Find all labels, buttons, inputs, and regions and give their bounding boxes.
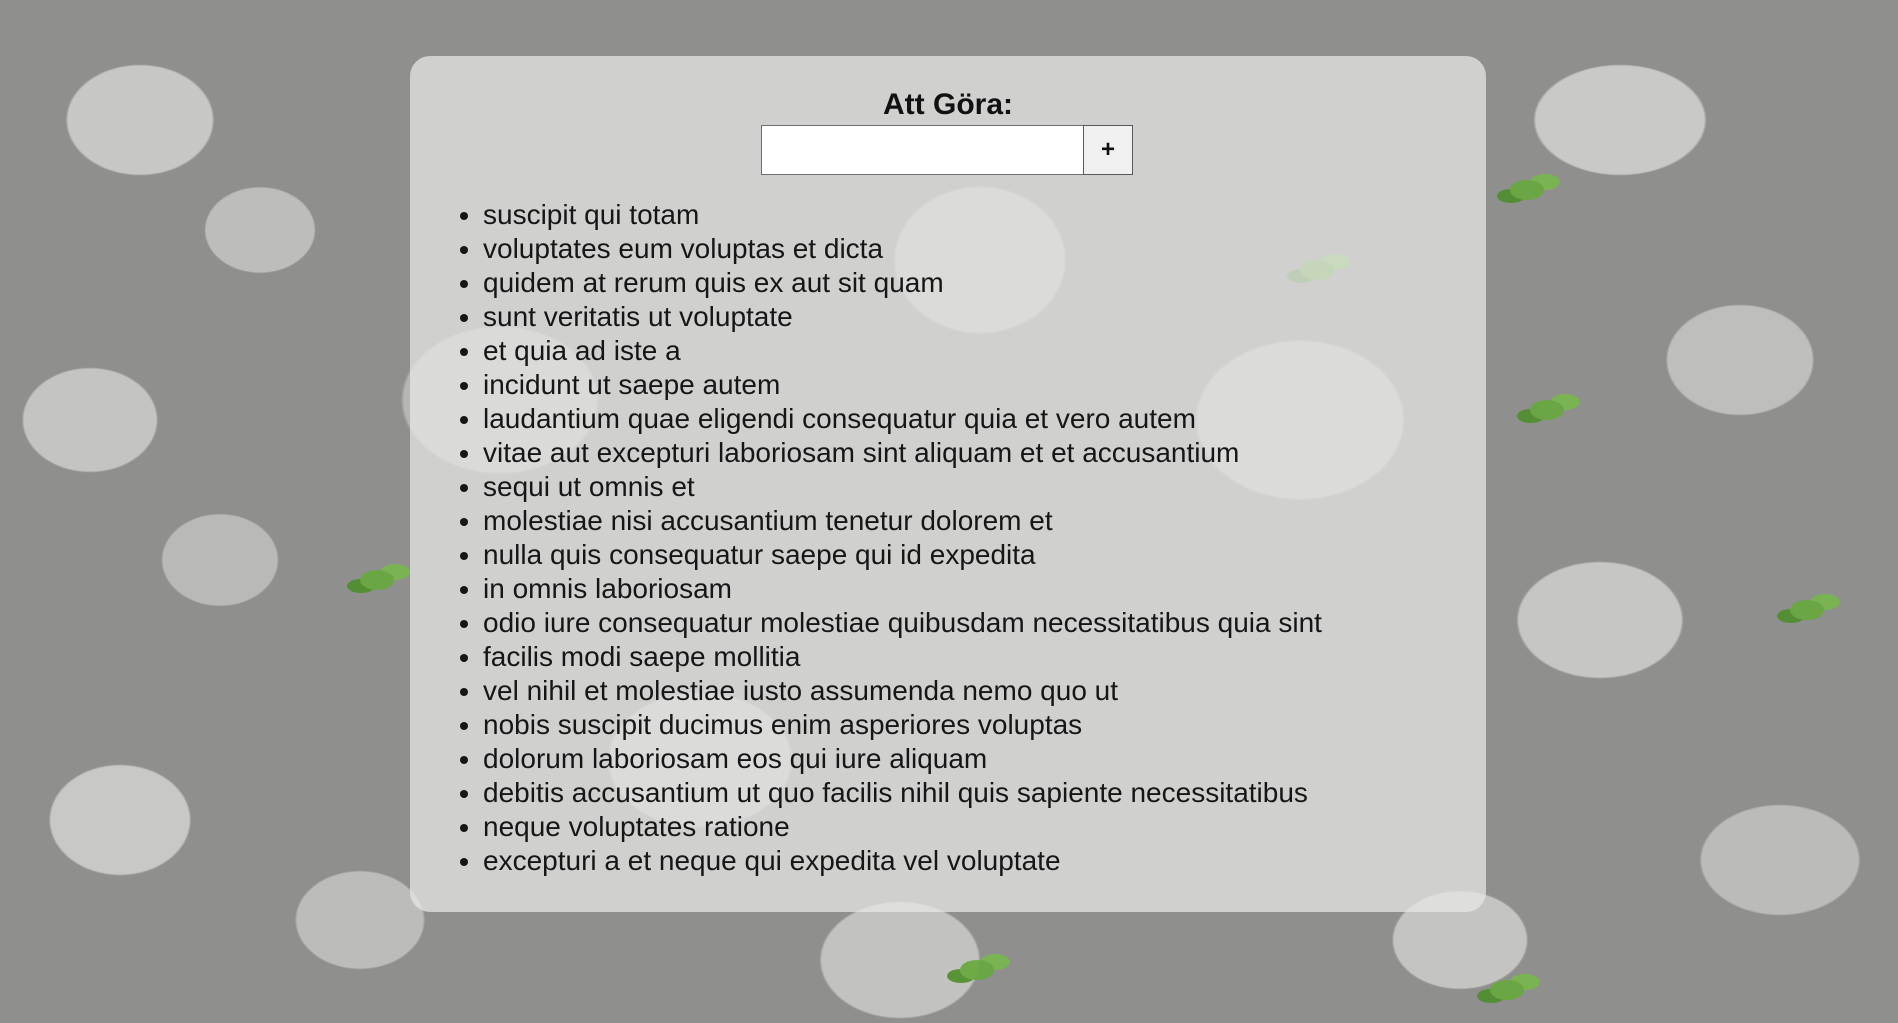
- todo-item[interactable]: sunt veritatis ut voluptate: [483, 300, 1486, 334]
- todo-item[interactable]: vitae aut excepturi laboriosam sint aliq…: [483, 436, 1486, 470]
- add-button[interactable]: +: [1083, 125, 1133, 175]
- plant-decoration: [1490, 980, 1524, 1000]
- plant-decoration: [1790, 600, 1824, 620]
- plant-decoration: [1530, 400, 1564, 420]
- todo-item[interactable]: debitis accusantium ut quo facilis nihil…: [483, 776, 1486, 810]
- page-title: Att Göra:: [883, 88, 1013, 121]
- plant-decoration: [960, 960, 994, 980]
- todo-item[interactable]: sequi ut omnis et: [483, 470, 1486, 504]
- todo-item[interactable]: vel nihil et molestiae iusto assumenda n…: [483, 674, 1486, 708]
- todo-panel: Att Göra: + suscipit qui totam voluptate…: [410, 56, 1486, 912]
- todo-list: suscipit qui totam voluptates eum volupt…: [410, 198, 1486, 878]
- todo-input[interactable]: [761, 125, 1083, 175]
- plant-decoration: [1510, 180, 1544, 200]
- todo-item[interactable]: molestiae nisi accusantium tenetur dolor…: [483, 504, 1486, 538]
- todo-item[interactable]: excepturi a et neque qui expedita vel vo…: [483, 844, 1486, 878]
- todo-item[interactable]: voluptates eum voluptas et dicta: [483, 232, 1486, 266]
- todo-item[interactable]: nobis suscipit ducimus enim asperiores v…: [483, 708, 1486, 742]
- todo-item[interactable]: nulla quis consequatur saepe qui id expe…: [483, 538, 1486, 572]
- todo-item[interactable]: quidem at rerum quis ex aut sit quam: [483, 266, 1486, 300]
- todo-item[interactable]: et quia ad iste a: [483, 334, 1486, 368]
- todo-item[interactable]: odio iure consequatur molestiae quibusda…: [483, 606, 1486, 640]
- todo-item[interactable]: dolorum laboriosam eos qui iure aliquam: [483, 742, 1486, 776]
- add-todo-row: +: [761, 125, 1133, 175]
- todo-item[interactable]: suscipit qui totam: [483, 198, 1486, 232]
- plant-decoration: [360, 570, 394, 590]
- todo-item[interactable]: facilis modi saepe mollitia: [483, 640, 1486, 674]
- todo-item[interactable]: in omnis laboriosam: [483, 572, 1486, 606]
- todo-item[interactable]: incidunt ut saepe autem: [483, 368, 1486, 402]
- todo-item[interactable]: laudantium quae eligendi consequatur qui…: [483, 402, 1486, 436]
- todo-item[interactable]: neque voluptates ratione: [483, 810, 1486, 844]
